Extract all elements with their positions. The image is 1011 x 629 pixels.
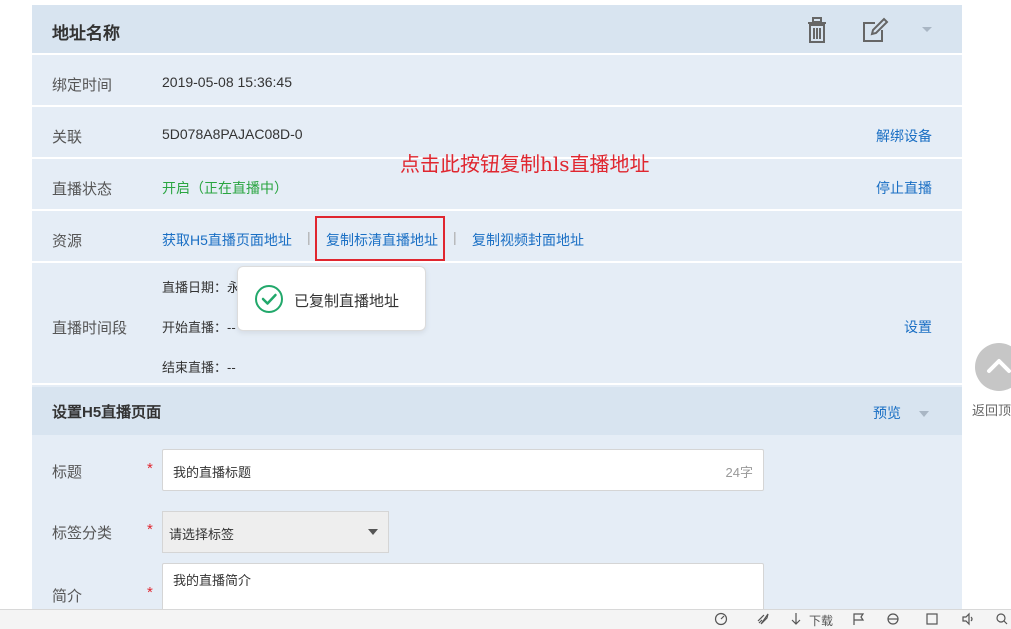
title-label: 标题 [52,464,83,481]
address-detail-panel: 地址名称 绑定时间 2019-05-08 15:36:45 关联 5D078A8… [32,5,962,609]
volume-icon[interactable] [961,612,975,629]
live-period-label: 直播时间段 [52,320,128,337]
download-icon[interactable] [790,612,802,629]
live-status-value: 开启（正在直播中） [162,180,288,196]
intro-textarea[interactable]: 我的直播简介 [162,563,764,609]
chevron-up-icon [987,359,1011,373]
copy-success-toast: 已复制直播地址 [237,266,426,331]
search-icon[interactable] [995,612,1009,629]
live-end-text: 结束直播：-- [162,360,236,375]
required-mark: * [147,460,153,477]
bind-time-label: 绑定时间 [52,77,113,94]
preview-link[interactable]: 预览 [873,403,901,423]
get-h5-url-link[interactable]: 获取H5直播页面地址 [162,230,292,250]
intro-textarea-value: 我的直播简介 [173,573,252,588]
back-to-top-button[interactable] [975,343,1011,391]
required-mark: * [147,584,153,601]
chevron-down-icon[interactable] [918,406,930,422]
title-input-value: 我的直播标题 [173,465,252,480]
highlight-box [315,216,445,261]
annotation-text: 点击此按钮复制hls直播地址 [400,152,650,176]
resources-row: 资源 获取H5直播页面地址 | 复制标清直播地址 | 复制视频封面地址 [32,213,962,263]
required-mark: * [147,521,153,538]
check-circle-icon [254,284,284,314]
toast-message: 已复制直播地址 [294,293,400,310]
browser-icon[interactable] [886,612,900,629]
live-period-row: 直播时间段 直播日期：永久 开始直播：-- 结束直播：-- 设置 [32,265,962,385]
association-label: 关联 [52,129,83,146]
panel-title: 地址名称 [52,24,120,43]
association-value: 5D078A8PAJAC08D-0 [162,126,303,142]
separator: | [453,229,457,245]
h5-settings-title: 设置H5直播页面 [52,404,162,421]
live-start-text: 开始直播：-- [162,320,236,335]
download-label[interactable]: 下载 [809,612,833,629]
live-status-label: 直播状态 [52,181,113,198]
rocket-icon[interactable] [756,612,770,629]
tag-label: 标签分类 [52,525,113,542]
chevron-down-icon[interactable] [916,15,946,45]
title-char-count: 24字 [725,465,753,480]
browser-status-bar: 下载 [0,609,1011,629]
panel-header: 地址名称 [32,5,962,55]
window-icon[interactable] [925,612,939,629]
speed-icon[interactable] [714,612,728,629]
edit-icon[interactable] [860,15,890,45]
intro-label: 简介 [52,588,83,605]
tag-select[interactable]: 请选择标签 [162,511,389,553]
bind-time-row: 绑定时间 2019-05-08 15:36:45 [32,57,962,107]
trash-icon[interactable] [802,15,832,45]
back-to-top-label[interactable]: 返回顶 [972,400,1011,419]
h5-settings-header: 设置H5直播页面 预览 [32,387,962,435]
title-input[interactable]: 我的直播标题 24字 [162,449,764,491]
caret-down-icon [368,529,378,535]
flag-icon[interactable] [852,612,866,629]
tag-select-value: 请选择标签 [169,527,235,542]
copy-cover-url-link[interactable]: 复制视频封面地址 [472,230,584,250]
separator: | [307,229,311,245]
stop-live-link[interactable]: 停止直播 [876,178,932,198]
bind-time-value: 2019-05-08 15:36:45 [162,74,292,90]
unbind-device-link[interactable]: 解绑设备 [876,126,932,146]
live-period-settings-link[interactable]: 设置 [904,317,932,337]
resources-label: 资源 [52,233,83,250]
